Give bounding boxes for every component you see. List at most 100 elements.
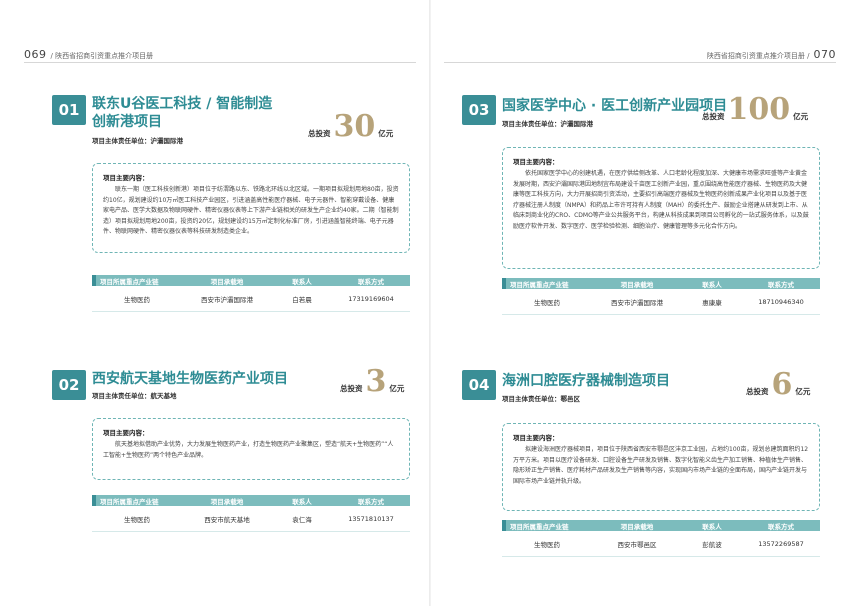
content-text: 依托国家医学中心的创建机遇，在医疗供给侧改革、人口老龄化程度加深、大健康市场需求… xyxy=(513,170,809,230)
content-text: 联东一期（医工科技创新港）项目位于纺渭路以东、铁路北环线以北区域。一期项目拟规划… xyxy=(103,186,399,235)
project-content-box: 项目主要内容： 联东一期（医工科技创新港）项目位于纺渭路以东、铁路北环线以北区域… xyxy=(92,163,410,253)
right-running-head: 陕西省招商引资重点推介项目册 / 070 xyxy=(707,48,836,61)
project-info-table: 项目所属重点产业链 项目承载地 联系人 联系方式 生物医药 西安市鄠邑区 彭航波… xyxy=(502,520,820,557)
table-header-row: 项目所属重点产业链 项目承载地 联系人 联系方式 xyxy=(92,275,410,286)
project-number-badge: 02 xyxy=(52,370,86,400)
content-text: 航天基地拟借助产业优势，大力发展生物医药产业，打造生物医药产业聚集区，塑造“航天… xyxy=(103,441,394,459)
header-industry-chain: 项目所属重点产业链 xyxy=(510,280,569,289)
header-location: 项目承载地 xyxy=(210,497,244,506)
content-heading: 项目主要内容： xyxy=(513,158,559,166)
content-heading: 项目主要内容： xyxy=(513,434,559,442)
cell-contact: 袁仁海 xyxy=(292,515,312,524)
investment-unit: 亿元 xyxy=(793,112,809,121)
responsible-unit: 项目主体责任单位：沪灞国际港 xyxy=(502,118,593,128)
project-info-table: 项目所属重点产业链 项目承载地 联系人 联系方式 生物医药 西安市沪灞国际港 白… xyxy=(92,275,410,312)
content-heading: 项目主要内容： xyxy=(103,429,149,437)
responsible-unit: 项目主体责任单位：沪灞国际港 xyxy=(92,135,183,145)
investment-amount: 3 xyxy=(365,364,387,399)
header-contact: 联系人 xyxy=(702,280,722,289)
table-header-row: 项目所属重点产业链 项目承载地 联系人 联系方式 xyxy=(502,278,820,289)
table-row: 生物医药 西安市航天基地 袁仁海 13571810137 xyxy=(92,506,410,532)
project-number-badge: 01 xyxy=(52,95,86,125)
cell-industry-chain: 生物医药 xyxy=(534,540,560,549)
project-number-badge: 03 xyxy=(462,95,496,125)
investment-label: 总投资 xyxy=(308,129,331,138)
project-title-line1: 西安航天基地生物医药产业项目 xyxy=(92,371,288,387)
cell-industry-chain: 生物医药 xyxy=(534,298,560,307)
project-content-box: 项目主要内容： 依托国家医学中心的创建机遇，在医疗供给侧改革、人口老龄化程度加深… xyxy=(502,147,820,269)
right-page-number: 070 xyxy=(813,48,836,61)
investment-amount: 6 xyxy=(771,367,793,402)
responsible-unit-label: 项目主体责任单位： xyxy=(92,392,151,400)
responsible-unit-value: 沪灞国际港 xyxy=(150,137,184,145)
right-running-title: 陕西省招商引资重点推介项目册 / xyxy=(706,52,810,60)
cell-contact: 惠康康 xyxy=(702,298,722,307)
project-04: 04 海洲口腔医疗器械制造项目 项目主体责任单位：鄠邑区 总投资 6 亿元 项目… xyxy=(462,370,832,570)
cell-industry-chain: 生物医药 xyxy=(124,295,150,304)
project-title-line1: 国家医学中心 · 医工创新产业园项目 xyxy=(502,98,728,114)
cell-phone: 18710946340 xyxy=(758,297,804,306)
responsible-unit-value: 鄠邑区 xyxy=(560,395,581,403)
responsible-unit: 项目主体责任单位：航天基地 xyxy=(92,390,177,400)
cell-contact: 彭航波 xyxy=(702,540,722,549)
responsible-unit-value: 沪灞国际港 xyxy=(560,120,594,128)
investment-unit: 亿元 xyxy=(389,384,405,393)
cell-phone: 17319169604 xyxy=(348,294,394,303)
cell-location: 西安市鄠邑区 xyxy=(617,540,657,549)
cell-contact: 白若晨 xyxy=(292,295,312,304)
content-heading: 项目主要内容： xyxy=(103,174,149,182)
project-02: 02 西安航天基地生物医药产业项目 项目主体责任单位：航天基地 总投资 3 亿元… xyxy=(52,367,422,550)
header-phone: 联系方式 xyxy=(768,280,794,289)
right-header-rule xyxy=(444,62,836,63)
left-running-title: / 陕西省招商引资重点推介项目册 xyxy=(50,52,154,60)
responsible-unit: 项目主体责任单位：鄠邑区 xyxy=(502,393,580,403)
responsible-unit-label: 项目主体责任单位： xyxy=(502,395,561,403)
total-investment: 总投资 100 亿元 xyxy=(702,95,808,125)
project-info-table: 项目所属重点产业链 项目承载地 联系人 联系方式 生物医药 西安市沪灞国际港 惠… xyxy=(502,278,820,315)
investment-label: 总投资 xyxy=(702,112,725,121)
header-industry-chain: 项目所属重点产业链 xyxy=(100,277,159,286)
responsible-unit-label: 项目主体责任单位： xyxy=(92,137,151,145)
investment-label: 总投资 xyxy=(746,387,769,396)
investment-unit: 亿元 xyxy=(378,129,394,138)
table-row: 生物医药 西安市沪灞国际港 白若晨 17319169604 xyxy=(92,286,410,312)
total-investment: 总投资 30 亿元 xyxy=(308,112,393,142)
total-investment: 总投资 3 亿元 xyxy=(340,367,404,397)
cell-industry-chain: 生物医药 xyxy=(124,515,150,524)
left-page-number: 069 xyxy=(24,48,47,61)
document-spread: 069 / 陕西省招商引资重点推介项目册 陕西省招商引资重点推介项目册 / 07… xyxy=(0,0,860,606)
header-location: 项目承载地 xyxy=(620,280,654,289)
project-title-line2: 创新港项目 xyxy=(92,114,162,130)
project-title: 联东U谷医工科技 / 智能制造 创新港项目 xyxy=(92,95,302,131)
header-phone: 联系方式 xyxy=(768,522,794,531)
header-phone: 联系方式 xyxy=(358,277,384,286)
investment-amount: 30 xyxy=(333,109,376,144)
header-contact: 联系人 xyxy=(702,522,722,531)
content-text: 拟建设海洲医疗器械项目，项目位于陕西省西安市鄠邑区沣京工业园，占地约100亩，规… xyxy=(513,446,809,485)
project-03: 03 国家医学中心 · 医工创新产业园项目 项目主体责任单位：沪灞国际港 总投资… xyxy=(462,95,832,325)
header-contact: 联系人 xyxy=(292,277,312,286)
header-contact: 联系人 xyxy=(292,497,312,506)
cell-phone: 13572269587 xyxy=(758,539,804,548)
investment-amount: 100 xyxy=(727,92,791,127)
table-header-row: 项目所属重点产业链 项目承载地 联系人 联系方式 xyxy=(92,495,410,506)
project-title-line1: 联东U谷医工科技 / 智能制造 xyxy=(92,96,273,112)
cell-location: 西安市沪灞国际港 xyxy=(201,295,253,304)
project-content-box: 项目主要内容： 拟建设海洲医疗器械项目，项目位于陕西省西安市鄠邑区沣京工业园，占… xyxy=(502,423,820,511)
investment-label: 总投资 xyxy=(340,384,363,393)
cell-phone: 13571810137 xyxy=(348,514,394,523)
total-investment: 总投资 6 亿元 xyxy=(746,370,810,400)
project-title: 西安航天基地生物医药产业项目 xyxy=(92,370,302,388)
table-row: 生物医药 西安市沪灞国际港 惠康康 18710946340 xyxy=(502,289,820,315)
cell-location: 西安市航天基地 xyxy=(204,515,250,524)
header-phone: 联系方式 xyxy=(358,497,384,506)
header-industry-chain: 项目所属重点产业链 xyxy=(510,522,569,531)
table-header-row: 项目所属重点产业链 项目承载地 联系人 联系方式 xyxy=(502,520,820,531)
table-row: 生物医药 西安市鄠邑区 彭航波 13572269587 xyxy=(502,531,820,557)
project-info-table: 项目所属重点产业链 项目承载地 联系人 联系方式 生物医药 西安市航天基地 袁仁… xyxy=(92,495,410,532)
investment-unit: 亿元 xyxy=(795,387,811,396)
project-number-badge: 04 xyxy=(462,370,496,400)
cell-location: 西安市沪灞国际港 xyxy=(611,298,663,307)
responsible-unit-value: 航天基地 xyxy=(150,392,177,400)
header-location: 项目承载地 xyxy=(620,522,654,531)
